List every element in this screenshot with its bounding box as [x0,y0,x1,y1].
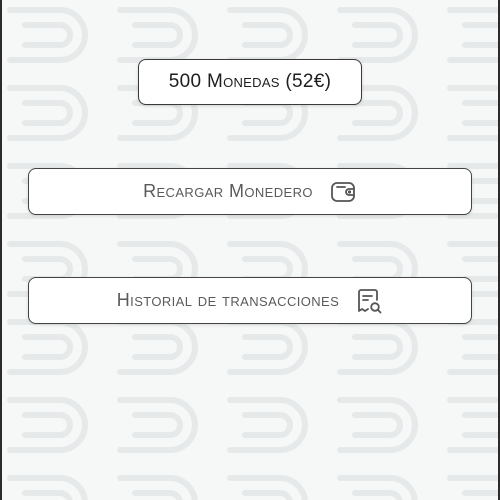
recharge-wallet-button[interactable]: Recargar Monedero [28,168,472,215]
wallet-icon [329,178,357,206]
transaction-history-button[interactable]: Historial de transacciones [28,277,472,324]
transaction-history-label: Historial de transacciones [116,290,340,310]
recharge-wallet-label: Recargar Monedero [143,181,313,201]
coin-balance-badge: 500 Monedas (52€) [138,59,362,105]
receipt-search-icon [355,287,383,315]
coin-balance-text: 500 Monedas (52€) [168,71,332,92]
left-edge [0,0,2,500]
